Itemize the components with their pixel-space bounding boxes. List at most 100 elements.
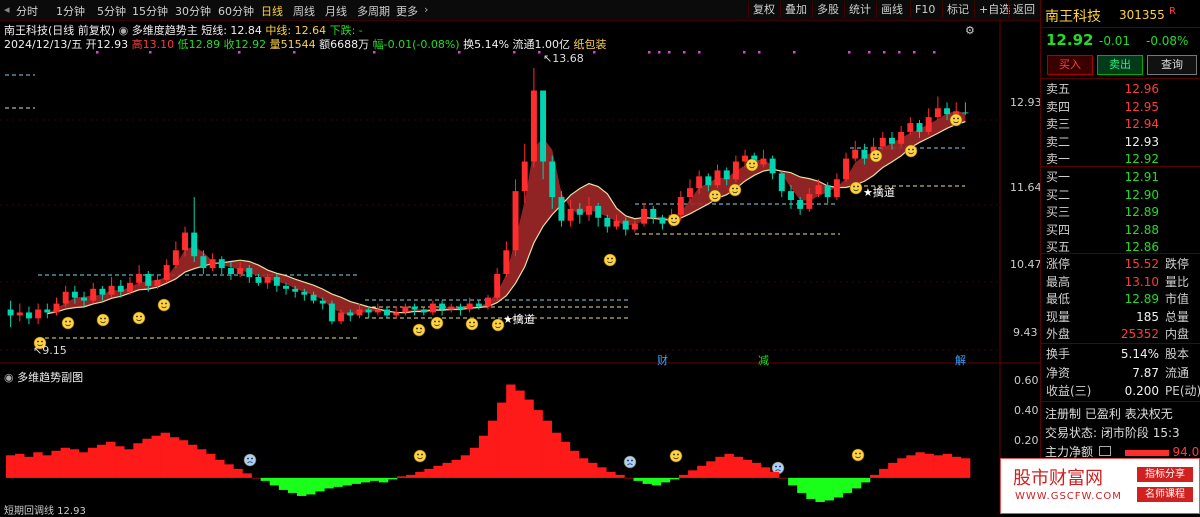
btn-fuquan[interactable]: 复权 — [748, 1, 779, 18]
row-label: 买二 — [1046, 187, 1071, 202]
ohlc-high: 高13.10 — [131, 38, 175, 51]
histogram-bar — [133, 443, 143, 478]
signal-eye — [251, 457, 253, 460]
kline-chart[interactable] — [0, 20, 1040, 513]
candle-body — [475, 303, 482, 307]
low-price-annotation: ↖9.15 — [33, 344, 67, 357]
ohlc-amount: 额6688万 — [319, 38, 370, 51]
tab-period-8[interactable]: 月线 — [325, 3, 347, 19]
histogram-bar — [224, 464, 234, 478]
histogram-bar — [733, 456, 743, 478]
histogram-bar — [779, 477, 789, 479]
sell-button[interactable]: 卖出 — [1097, 55, 1143, 75]
sub-indicator-circle-icon[interactable]: ◉ — [4, 371, 14, 384]
histogram-bar — [606, 471, 616, 478]
row-value: 0.200 — [1124, 384, 1159, 398]
histogram-bar — [287, 477, 298, 493]
histogram-bar — [933, 455, 944, 478]
asks-row: 卖三 12.94 — [1041, 115, 1199, 133]
btn-tongji[interactable]: 统计 — [844, 1, 875, 18]
candle-body — [273, 276, 280, 286]
tab-period-2[interactable]: 5分钟 — [97, 3, 126, 19]
btn-diejia[interactable]: 叠加 — [780, 1, 811, 18]
btn-biaoji[interactable]: 标记 — [942, 1, 973, 18]
histogram-bar — [906, 455, 916, 478]
signal-eye — [732, 187, 734, 190]
candle-body — [769, 158, 776, 174]
histogram-bar — [269, 477, 280, 486]
row-label: 卖二 — [1046, 134, 1071, 149]
btn-f10[interactable]: F10 — [910, 1, 939, 18]
row-value: 12.94 — [1124, 117, 1159, 131]
tab-period-0[interactable]: 分时 — [16, 3, 38, 19]
signal-dot — [913, 51, 916, 54]
candle-body — [843, 158, 850, 180]
tab-period-6[interactable]: 日线 — [261, 3, 283, 19]
row-value: 12.89 — [1124, 205, 1159, 219]
row-value: 15.52 — [1124, 257, 1159, 271]
tab-period-1[interactable]: 1分钟 — [56, 3, 85, 19]
current-price: 12.92 — [1046, 31, 1094, 49]
smile-signal-icon — [745, 158, 759, 172]
ohlc-change: 幅-0.01(-0.08%) — [372, 38, 460, 51]
settings-gear-icon[interactable]: ⚙ — [965, 24, 975, 37]
btn-huaxian[interactable]: 画线 — [876, 1, 907, 18]
watermark-brand: 股市财富网 — [1013, 468, 1103, 489]
asks-row: 卖五 12.96 — [1041, 80, 1199, 98]
btn-fanhui[interactable]: 返回 — [1008, 1, 1039, 18]
period-toolbar: ◂ 分时 1分钟 5分钟 15分钟 30分钟 60分钟 日线 周线 月线 多周期… — [0, 0, 1040, 21]
tab-period-5[interactable]: 60分钟 — [218, 3, 254, 19]
query-button[interactable]: 查询 — [1147, 55, 1197, 75]
tab-period-7[interactable]: 周线 — [293, 3, 315, 19]
signal-dot — [648, 51, 651, 54]
signal-face — [849, 181, 863, 195]
candle-body — [356, 309, 363, 316]
sub-chart-title[interactable]: 多维趋势副图 — [17, 371, 83, 384]
signal-eye — [873, 153, 875, 156]
event-marker-cai[interactable]: 财 — [657, 352, 668, 368]
signal-eye — [857, 185, 859, 188]
btn-duogu[interactable]: 多股 — [812, 1, 843, 18]
signal-face — [728, 183, 742, 197]
signal-dot — [668, 51, 671, 54]
buy-button[interactable]: 买入 — [1047, 55, 1093, 75]
toolbar-arrow-icon[interactable]: ◂ — [4, 3, 10, 16]
row-label: 最低 — [1046, 292, 1071, 306]
ohlc-row: 2024/12/13/五 开12.93 高13.10 低12.89 收12.92… — [4, 36, 607, 52]
tab-period-3[interactable]: 15分钟 — [132, 3, 168, 19]
sub-histogram — [6, 384, 971, 502]
histogram-bar — [260, 477, 271, 481]
histogram-bar — [96, 444, 107, 478]
tab-period-4[interactable]: 30分钟 — [175, 3, 211, 19]
signal-eye — [677, 453, 679, 456]
tab-period-10[interactable]: 更多 — [396, 3, 418, 19]
histogram-bar — [951, 456, 962, 478]
histogram-bar — [424, 468, 434, 478]
candle-body — [90, 288, 97, 301]
candle-body — [402, 306, 409, 313]
histogram-bar — [460, 455, 471, 478]
candle-body — [686, 188, 693, 198]
signal-eye — [438, 320, 440, 323]
high-price-annotation: ↖13.68 — [543, 52, 584, 65]
signal-dot — [848, 51, 851, 54]
flow-box-icon[interactable] — [1098, 446, 1111, 456]
more-chevron-icon[interactable]: › — [424, 3, 428, 16]
main-flow-value: 94.0 — [1172, 445, 1200, 459]
smile-signal-icon — [61, 316, 75, 330]
histogram-bar — [751, 462, 762, 478]
main-flow-label: 主力净额 — [1045, 445, 1094, 459]
tab-period-9[interactable]: 多周期 — [357, 3, 390, 19]
event-marker-jie[interactable]: 解 — [955, 352, 966, 368]
histogram-bar — [469, 447, 480, 478]
ohlc-turnover: 换5.14% — [463, 38, 510, 51]
candle-body — [760, 158, 767, 165]
event-marker-jian[interactable]: 减 — [758, 352, 769, 368]
candle-body — [485, 297, 491, 307]
signal-eye — [749, 162, 751, 165]
signal-eye — [469, 321, 471, 324]
signal-eye — [953, 117, 955, 120]
candle-body — [319, 300, 326, 304]
histogram-bar — [860, 477, 871, 483]
signal-eye — [37, 340, 39, 343]
